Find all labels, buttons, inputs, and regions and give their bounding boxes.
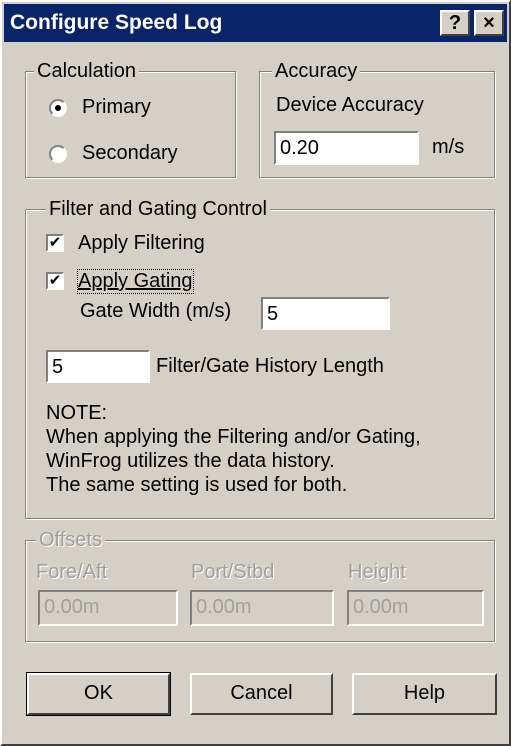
accuracy-unit-label: m/s <box>432 136 465 158</box>
offsets-group: Offsets Fore/Aft 0.00m Port/Stbd 0.00m H… <box>25 528 495 642</box>
window-title: Configure Speed Log <box>10 11 223 34</box>
close-icon[interactable]: × <box>474 10 504 36</box>
history-length-label: Filter/Gate History Length <box>156 355 384 377</box>
note-line-1: When applying the Filtering and/or Gatin… <box>46 426 421 448</box>
height-label: Height <box>348 561 406 583</box>
apply-gating-checkbox[interactable]: ✔ <box>46 272 64 290</box>
filter-gating-group-title: Filter and Gating Control <box>46 197 270 221</box>
offsets-group-title: Offsets <box>36 528 105 552</box>
secondary-radio[interactable] <box>49 145 67 163</box>
history-length-input[interactable]: 5 <box>46 350 150 383</box>
port-stbd-label: Port/Stbd <box>191 561 275 583</box>
height-input[interactable]: 0.00m <box>347 590 484 626</box>
title-bar[interactable]: Configure Speed Log ? × <box>4 4 507 42</box>
apply-filtering-label[interactable]: Apply Filtering <box>78 232 205 255</box>
fore-aft-label: Fore/Aft <box>36 561 108 583</box>
help-button[interactable]: Help <box>352 673 497 715</box>
accuracy-group-title: Accuracy <box>272 59 361 83</box>
filter-gating-group: Filter and Gating Control ✔ Apply Filter… <box>25 197 495 519</box>
cancel-button[interactable]: Cancel <box>190 673 333 715</box>
ok-button[interactable]: OK <box>26 672 171 716</box>
accuracy-group: Accuracy Device Accuracy 0.20 m/s <box>259 59 495 178</box>
note-line-2: WinFrog utilizes the data history. <box>46 450 335 472</box>
secondary-radio-label[interactable]: Secondary <box>82 142 178 165</box>
help-icon[interactable]: ? <box>440 10 470 36</box>
gate-width-input[interactable]: 5 <box>261 297 390 330</box>
calculation-group-title: Calculation <box>34 59 139 83</box>
device-accuracy-label: Device Accuracy <box>276 94 424 116</box>
configure-speed-log-dialog: Configure Speed Log ? × Calculation Prim… <box>0 0 511 746</box>
primary-radio[interactable] <box>49 99 67 117</box>
primary-radio-label[interactable]: Primary <box>82 96 151 119</box>
apply-filtering-checkbox[interactable]: ✔ <box>46 234 64 252</box>
calculation-group: Calculation Primary Secondary <box>25 59 236 178</box>
note-line-3: The same setting is used for both. <box>46 474 348 496</box>
note-title: NOTE: <box>46 402 108 424</box>
gate-width-label: Gate Width (m/s) <box>80 300 232 322</box>
device-accuracy-input[interactable]: 0.20 <box>274 131 419 165</box>
fore-aft-input[interactable]: 0.00m <box>38 590 178 626</box>
port-stbd-input[interactable]: 0.00m <box>190 590 334 626</box>
apply-gating-label[interactable]: Apply Gating <box>77 269 194 294</box>
